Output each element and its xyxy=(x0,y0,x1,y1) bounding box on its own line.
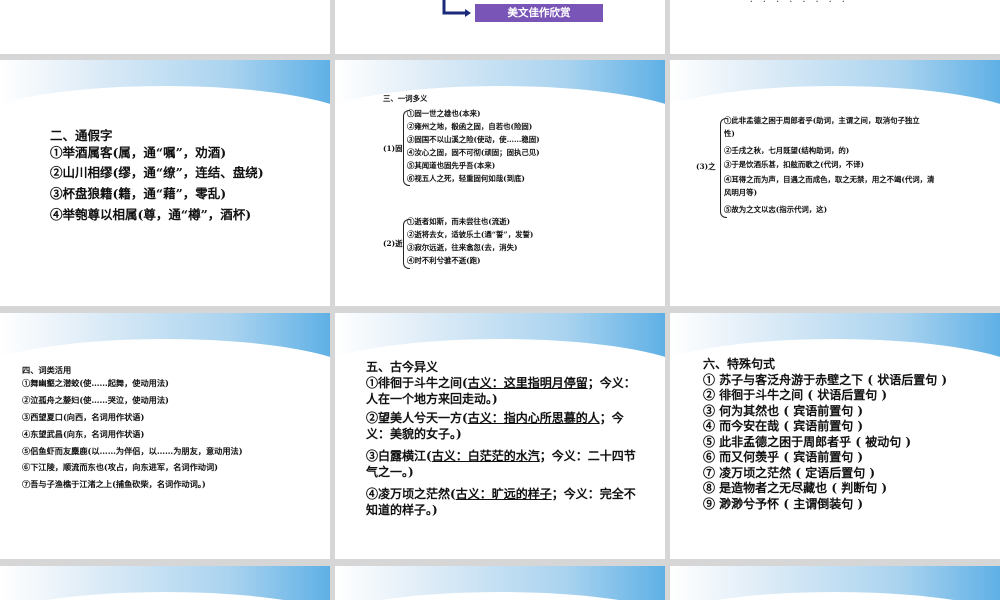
slide-header-band xyxy=(0,566,330,600)
slide-title: 六、特殊句式 xyxy=(703,357,776,371)
list-item: ④耳得之而为声，目遇之而成色，取之无禁，用之不竭(代词，清风明月等) xyxy=(724,175,935,197)
slide-thumb-zhi[interactable]: (3)之 ①此非孟德之困于周郎者乎(助词，主谓之间，取消句子独立性) ②壬戌之秋… xyxy=(670,60,1000,306)
list-item: ③于是饮酒乐甚，扣舷而歌之(代词，不译) xyxy=(724,160,865,169)
list-item: ③固国不以山溪之险(使动，使……稳固) xyxy=(407,135,540,144)
list-item: ④时不利兮骓不逝(跑) xyxy=(407,256,481,265)
slide-header-band xyxy=(0,313,330,379)
list-item: ①举酒属客(属，通“嘱”，劝酒) xyxy=(50,145,227,160)
list-item: ②逝将去女，适彼乐土(通“誓”，发誓) xyxy=(407,230,534,239)
list-item: ⑤侣鱼虾而友麋鹿(以……为伴侣，以……为朋友，意动用法) xyxy=(22,446,243,456)
list-item: ⑥下江陵，顺流而东也(攻占，向东进军，名词作动词) xyxy=(22,462,219,472)
list-item: ①固一世之雄也(本来) xyxy=(407,109,481,118)
list-item: ①逝者如斯，而未尝往也(流逝) xyxy=(407,217,511,226)
slide-thumb-tongjia[interactable]: 二、通假字 ①举酒属客(属，通“嘱”，劝酒) ②山川相缪(缪，通“缭”，连结、盘… xyxy=(0,60,330,306)
slide-thumb-r1c3[interactable]: · · · · · · · · xyxy=(670,0,1000,54)
slide-thumb-r4c1[interactable] xyxy=(0,566,330,600)
list-item: ③寂尔远逝，往来翕忽(去，消失) xyxy=(407,243,518,252)
slide-title: 三、一词多义 xyxy=(383,94,428,103)
slide-partial-text: · · · · · · · · xyxy=(750,0,849,6)
list-item: ②山川相缪(缪，通“缭”，连结、盘绕) xyxy=(50,165,264,180)
slide-title: 四、词类活用 xyxy=(22,365,72,375)
list-item: ①徘徊于斗牛之间(古义：这里指明月停留；今义：人在一个地方来回走动。) xyxy=(366,376,636,406)
slide-thumb-huoyong[interactable]: 四、词类活用 ①舞幽壑之潜蛟(使……起舞，使动用法) ②泣孤舟之嫠妇(使……哭泣… xyxy=(0,313,330,559)
list-item: ①舞幽壑之潜蛟(使……起舞，使动用法) xyxy=(22,378,169,388)
list-item: ④东望武昌(向东，名词用作状语) xyxy=(22,429,145,439)
group-label-gu: (1)固 xyxy=(383,144,403,153)
list-item: ④举匏尊以相属(尊，通“樽”，酒杯) xyxy=(50,207,252,222)
slide-header-band xyxy=(670,60,1000,126)
list-item: ⑧ 是造物者之无尽藏也 ( 判断句 ) xyxy=(703,481,888,495)
slide-title: 五、古今异义 xyxy=(366,360,439,374)
list-item: ⑤其闻道也固先乎吾(本来) xyxy=(407,161,496,170)
group-label-shi: (2)逝 xyxy=(383,239,403,248)
list-item: ⑦ 凌万顷之茫然 ( 定语后置句 ) xyxy=(703,466,876,480)
list-item: ⑥视五人之死，轻重固何如哉(到底) xyxy=(407,174,525,183)
slide-thumb-gujin[interactable]: 五、古今异义 ①徘徊于斗牛之间(古义：这里指明月停留；今义：人在一个地方来回走动… xyxy=(335,313,665,559)
slide-header-band xyxy=(670,566,1000,600)
list-item: ④汝心之固，固不可彻(顽固；固执己见) xyxy=(407,148,540,157)
slide-thumb-jushi[interactable]: 六、特殊句式 ① 苏子与客泛舟游于赤壁之下 ( 状语后置句 ) ② 徘徊于斗牛之… xyxy=(670,313,1000,559)
slide-thumb-r4c2[interactable] xyxy=(335,566,665,600)
slide-thumb-r1c2[interactable]: 美文佳作欣赏 xyxy=(335,0,665,54)
slide-thumb-r4c3[interactable] xyxy=(670,566,1000,600)
list-item: ⑦吾与子渔樵于江渚之上(捕鱼砍柴，名词作动词。) xyxy=(22,479,206,489)
list-item: ⑤ 此非孟德之困于周郎者乎 ( 被动句 ) xyxy=(703,435,912,449)
appreciation-button[interactable]: 美文佳作欣赏 xyxy=(475,4,603,22)
list-item: ③杯盘狼籍(籍，通“藉”，零乱) xyxy=(50,186,227,201)
list-item: ④ 而今安在哉 ( 宾语前置句 ) xyxy=(703,419,864,433)
list-item: ⑤故为之文以志(指示代词，这) xyxy=(724,205,828,214)
list-item: ①此非孟德之困于周郎者乎(助词，主谓之间，取消句子独立性) xyxy=(724,116,920,138)
list-item: ②雍州之地，殽函之固，自若也(险固) xyxy=(407,122,533,131)
list-item: ④凌万顷之茫然(古义：旷远的样子；今义：完全不知道的样子。) xyxy=(366,487,636,517)
arrow-icon xyxy=(441,0,471,18)
list-item: ⑥ 而又何羡乎 ( 宾语前置句 ) xyxy=(703,450,864,464)
slide-header-band xyxy=(335,313,665,379)
list-item: ⑨ 渺渺兮予怀 ( 主谓倒装句 ) xyxy=(703,497,864,511)
list-item: ②泣孤舟之嫠妇(使……哭泣，使动用法) xyxy=(22,395,169,405)
group-label-zhi: (3)之 xyxy=(696,162,716,171)
list-item: ②望美人兮天一方(古义：指内心所思慕的人；今义：美貌的女子。) xyxy=(366,411,624,441)
slide-thumb-yicimeiyi[interactable]: 三、一词多义 (1)固 ①固一世之雄也(本来) ②雍州之地，殽函之固，自若也(险… xyxy=(335,60,665,306)
slide-header-band xyxy=(0,60,330,126)
list-item: ②壬戌之秋，七月既望(结构助词，的) xyxy=(724,146,850,155)
list-item: ③白露横江(古义：白茫茫的水汽；今义：二十四节气之一。) xyxy=(366,449,636,479)
list-item: ③西望夏口(向西，名词用作状语) xyxy=(22,412,145,422)
list-item: ③ 何为其然也 ( 宾语前置句 ) xyxy=(703,404,864,418)
list-item: ② 徘徊于斗牛之间 ( 状语后置句 ) xyxy=(703,388,888,402)
slide-thumb-r1c1[interactable] xyxy=(0,0,330,54)
slide-header-band xyxy=(335,566,665,600)
list-item: ① 苏子与客泛舟游于赤壁之下 ( 状语后置句 ) xyxy=(703,373,948,387)
